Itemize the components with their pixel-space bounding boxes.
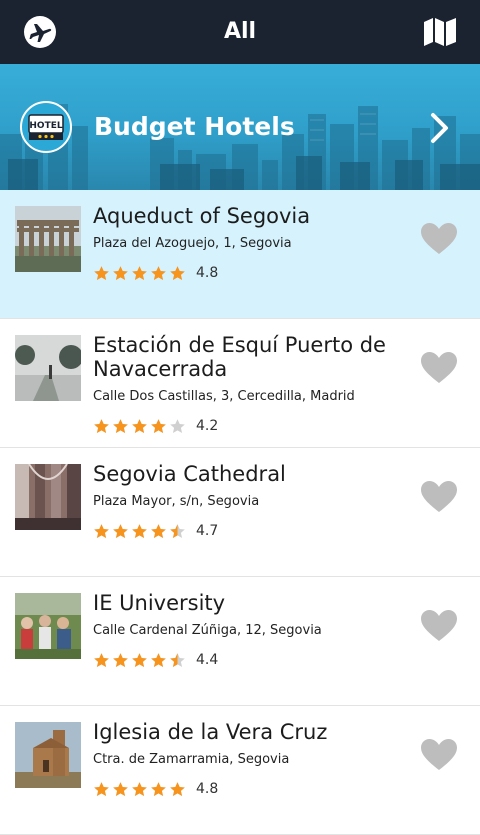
place-row[interactable]: IE University Calle Cardenal Zúñiga, 12,… [0,577,480,706]
place-name: Estación de Esquí Puerto de Navacerrada [93,333,386,381]
star-icon [170,781,185,796]
star-icon [132,418,147,433]
star-icon [170,265,185,280]
places-list: Aqueduct of Segovia Plaza del Azoguejo, … [0,190,480,835]
star-icon [151,652,166,667]
place-row[interactable]: Estación de Esquí Puerto de Navacerrada … [0,319,480,448]
star-icon [94,652,109,667]
category-banner[interactable]: HOTEL Budget Hotels [0,64,480,190]
map-button[interactable] [422,16,458,48]
star-icon [170,523,185,538]
star-icon [94,523,109,538]
rating-score: 4.8 [196,781,219,797]
rating-score: 4.8 [196,265,219,281]
place-row[interactable]: Iglesia de la Vera Cruz Ctra. de Zamarra… [0,706,480,835]
place-name: Iglesia de la Vera Cruz [93,720,328,744]
star-icon [151,523,166,538]
place-address: Calle Cardenal Zúñiga, 12, Segovia [93,623,322,638]
favorite-heart-icon[interactable] [420,738,458,772]
map-icon [424,18,456,46]
rating: 4.2 [93,417,218,435]
rating-stars [93,265,188,282]
star-icon [151,418,166,433]
place-thumbnail-university [15,593,81,659]
place-thumbnail-aqueduct [15,206,81,272]
star-icon [132,265,147,280]
rating-score: 4.2 [196,418,219,434]
place-name: Segovia Cathedral [93,462,286,486]
place-address: Plaza del Azoguejo, 1, Segovia [93,236,292,251]
favorite-heart-icon[interactable] [420,351,458,385]
rating-stars [93,781,188,798]
rating: 4.8 [93,780,218,798]
star-icon [151,265,166,280]
star-icon [94,781,109,796]
rating-stars [93,523,188,540]
star-icon [170,652,185,667]
favorite-heart-icon[interactable] [420,480,458,514]
rating-stars [93,652,188,669]
place-thumbnail-church [15,722,81,788]
star-icon [113,418,128,433]
star-icon [132,781,147,796]
star-icon [113,652,128,667]
place-row[interactable]: Aqueduct of Segovia Plaza del Azoguejo, … [0,190,480,319]
hotel-badge-icon: HOTEL [20,101,72,153]
place-thumbnail-cathedral [15,464,81,530]
star-icon [113,781,128,796]
rating-score: 4.4 [196,652,219,668]
star-icon [132,523,147,538]
star-icon [94,418,109,433]
svg-text:HOTEL: HOTEL [29,121,62,131]
star-icon [113,265,128,280]
rating: 4.8 [93,264,218,282]
page-title: All [223,19,257,44]
rating: 4.4 [93,651,218,669]
star-icon [151,781,166,796]
star-icon [113,523,128,538]
top-app-bar: All [0,0,480,64]
rating-score: 4.7 [196,523,219,539]
chevron-right-icon[interactable] [430,112,450,144]
favorite-heart-icon[interactable] [420,222,458,256]
place-row[interactable]: Segovia Cathedral Plaza Mayor, s/n, Sego… [0,448,480,577]
place-name: Aqueduct of Segovia [93,204,311,228]
rating: 4.7 [93,522,218,540]
star-icon [132,652,147,667]
place-address: Calle Dos Castillas, 3, Cercedilla, Madr… [93,389,355,404]
place-address: Ctra. de Zamarramia, Segovia [93,752,290,767]
favorite-heart-icon[interactable] [420,609,458,643]
banner-label: Budget Hotels [94,112,295,141]
place-address: Plaza Mayor, s/n, Segovia [93,494,260,509]
place-thumbnail-ski-station [15,335,81,401]
place-name: IE University [93,591,226,615]
star-icon [94,265,109,280]
star-icon [170,418,185,433]
rating-stars [93,418,188,435]
